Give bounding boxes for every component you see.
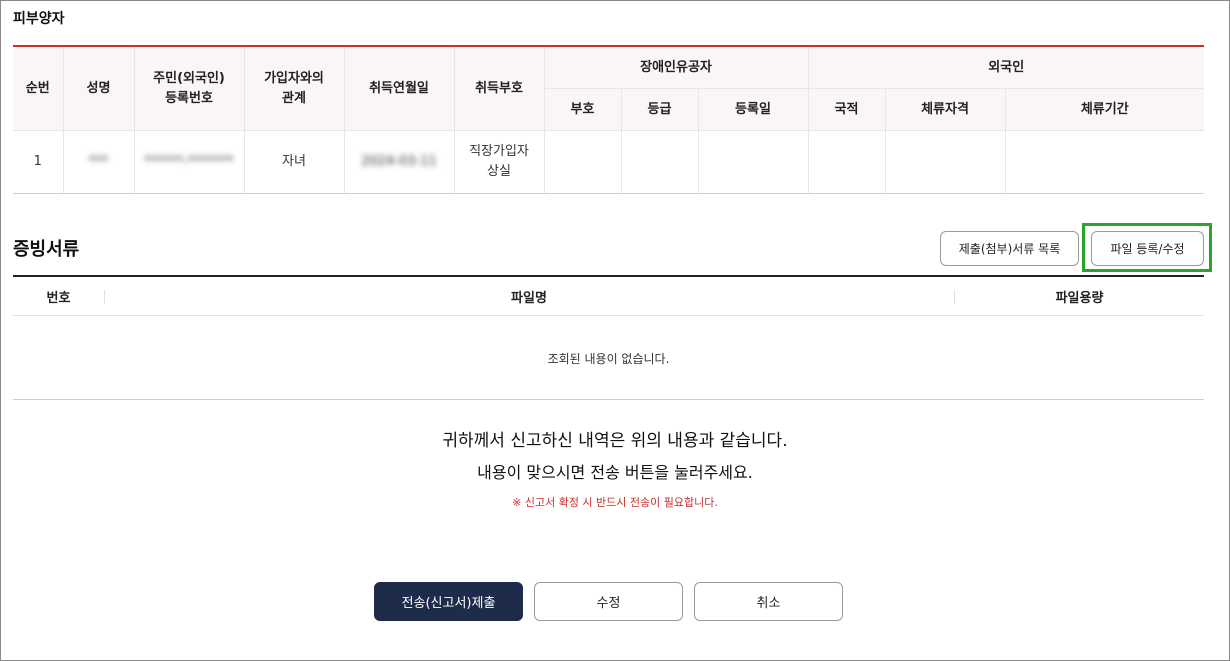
col-seq: 순번 [13,45,64,131]
cell-name: *** [63,130,135,194]
col-stay-period: 체류기간 [1005,88,1204,131]
cell-stay-status [885,130,1006,194]
col-disabled-code: 부호 [544,88,622,131]
files-table-header: 번호 파일명 파일용량 [13,275,1204,316]
cancel-button[interactable]: 취소 [694,582,843,621]
file-upload-button[interactable]: 파일 등록/수정 [1091,231,1204,266]
col-nationality: 국적 [808,88,886,131]
cell-acquire-date: 2024-03-11 [344,130,455,194]
dependents-title: 피부양자 [13,11,65,27]
col-relation: 가입자와의 관계 [244,45,345,131]
col-acquire-code: 취득부호 [454,45,545,131]
col-disabled-grade: 등급 [621,88,699,131]
confirm-warning: ※ 신고서 확정 시 반드시 전송이 필요합니다. [512,496,718,509]
edit-button[interactable]: 수정 [534,582,683,621]
col-rrn: 주민(외국인) 등록번호 [134,45,245,131]
cell-acquire-code: 직장가입자 상실 [454,130,545,194]
col-size: 파일용량 [1055,291,1104,306]
cell-disabled-reg-date [698,130,809,194]
table-row: 1 *** ******-******* 자녀 2024-03-11 직장가입자… [13,130,1204,194]
cell-stay-period [1005,130,1204,194]
col-group-foreigner: 외국인 [808,45,1204,89]
cell-rrn: ******-******* [134,130,245,194]
files-empty-message: 조회된 내용이 없습니다. [13,317,1204,400]
col-name: 성명 [63,45,135,131]
confirm-message: 귀하께서 신고하신 내역은 위의 내용과 같습니다. [442,431,788,451]
col-filename: 파일명 [511,291,547,306]
col-acquire-date: 취득연월일 [344,45,455,131]
cell-relation: 자녀 [244,130,345,194]
cell-seq: 1 [13,130,64,194]
document-list-button[interactable]: 제출(첨부)서류 목록 [940,231,1079,266]
cell-disabled-grade [621,130,699,194]
col-disabled-reg-date: 등록일 [698,88,809,131]
confirm-instruction: 내용이 맞으시면 전송 버튼을 눌러주세요. [477,463,753,482]
cell-nationality [808,130,886,194]
col-group-disabled: 장애인유공자 [544,45,809,89]
cell-disabled-code [544,130,622,194]
documents-title: 증빙서류 [13,239,80,260]
col-no: 번호 [46,291,71,306]
dependents-table: 순번 성명 주민(외국인) 등록번호 가입자와의 관계 취득연월일 취득부호 장… [13,45,1204,194]
submit-button[interactable]: 전송(신고서)제출 [374,582,523,621]
col-stay-status: 체류자격 [885,88,1006,131]
